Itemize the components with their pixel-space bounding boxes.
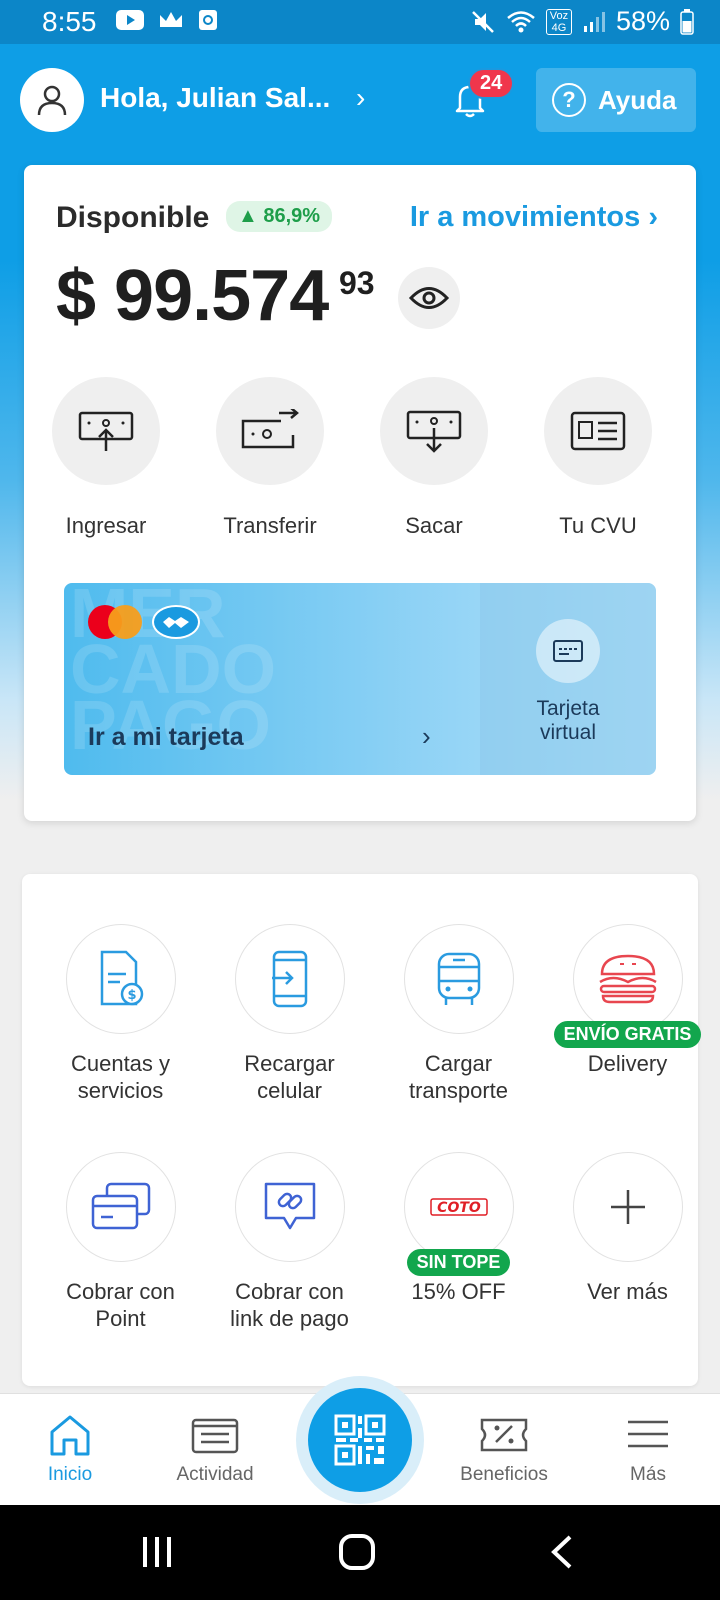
- service-label: Cargar transporte: [408, 1051, 509, 1103]
- service-point[interactable]: Cobrar con Point: [36, 1152, 205, 1332]
- service-label: Delivery: [587, 1051, 668, 1076]
- home-system-icon[interactable]: [338, 1533, 376, 1571]
- action-cvu[interactable]: Tu CVU: [516, 377, 680, 539]
- toggle-balance-button[interactable]: [398, 267, 460, 329]
- chevron-right-icon[interactable]: ›: [356, 82, 365, 114]
- service-see-more[interactable]: Ver más: [543, 1152, 712, 1332]
- service-label: Cobrar con Point: [66, 1279, 175, 1331]
- greeting-text[interactable]: Hola, Julian Sal...: [100, 82, 330, 114]
- movements-link-label: Ir a movimientos: [409, 201, 641, 233]
- virtual-card-button[interactable]: Tarjeta virtual: [480, 583, 656, 775]
- mastercard-logo-orange: [108, 605, 142, 639]
- nav-label: Inicio: [47, 1464, 93, 1485]
- service-delivery[interactable]: ENVÍO GRATIS Delivery: [543, 924, 712, 1104]
- help-button[interactable]: ? Ayuda: [536, 68, 696, 132]
- recent-apps-icon[interactable]: [140, 1535, 174, 1569]
- id-card-icon: [570, 411, 626, 451]
- service-bills[interactable]: $ Cuentas y servicios: [36, 924, 205, 1104]
- nav-label: Beneficios: [460, 1464, 548, 1485]
- no-cap-tag: SIN TOPE: [406, 1249, 511, 1276]
- balance-label: Disponible: [56, 201, 210, 234]
- service-label: Ver más: [587, 1279, 668, 1304]
- balance-cents: 93: [339, 265, 375, 301]
- network-label: Voz 4G: [545, 8, 572, 35]
- question-icon: ?: [552, 83, 586, 117]
- action-ingresar[interactable]: Ingresar: [24, 377, 188, 539]
- burger-icon: [598, 954, 657, 1004]
- system-nav-bar: [0, 1505, 720, 1600]
- service-label: Recargar celular: [244, 1051, 335, 1103]
- status-time: 8:55: [42, 6, 97, 37]
- service-phone-recharge[interactable]: Recargar celular: [205, 924, 374, 1104]
- activity-icon: [191, 1418, 239, 1454]
- movements-link[interactable]: Ir a movimientos ›: [410, 201, 658, 234]
- service-label: 15% OFF: [411, 1279, 506, 1304]
- action-label: Tu CVU: [559, 513, 637, 538]
- service-transport[interactable]: Cargar transporte: [374, 924, 543, 1104]
- battery-icon: [680, 8, 694, 35]
- point-device-icon: [91, 1182, 150, 1230]
- service-label: Cobrar con link de pago: [230, 1279, 349, 1331]
- nav-mas[interactable]: Más: [588, 1414, 708, 1486]
- help-label: Ayuda: [598, 84, 677, 115]
- card-banner[interactable]: MER CADO PAGO Ir a mi tarjeta › Tarjeta …: [64, 583, 656, 775]
- battery-percent: 58%: [615, 6, 670, 36]
- bus-icon: [437, 952, 480, 1005]
- menu-icon: [628, 1420, 668, 1448]
- svg-text:$: $: [127, 988, 136, 1003]
- user-icon: [37, 85, 67, 116]
- avatar[interactable]: [20, 68, 84, 132]
- crown-icon: [160, 12, 182, 27]
- action-label: Ingresar: [65, 513, 147, 538]
- eye-icon: [409, 287, 449, 309]
- status-bar: 8:55 Voz 4G 58%: [0, 0, 720, 44]
- wifi-icon: [507, 10, 535, 32]
- signal-icon: [583, 11, 605, 32]
- free-delivery-tag: ENVÍO GRATIS: [553, 1021, 702, 1048]
- action-transferir[interactable]: Transferir: [188, 377, 352, 539]
- balance-card: Disponible ▲ 86,9% Ir a movimientos › $ …: [24, 165, 696, 821]
- coto-logo: COTO: [429, 1198, 488, 1216]
- home-icon: [50, 1415, 90, 1456]
- services-card: $ Cuentas y servicios Recargar celular C…: [22, 874, 702, 1386]
- nav-label: Más: [630, 1464, 666, 1485]
- virtual-card-icon: [553, 640, 583, 662]
- back-icon[interactable]: [550, 1535, 574, 1569]
- deposit-icon: [78, 411, 134, 451]
- qr-code-icon: [334, 1414, 386, 1466]
- card-link[interactable]: Ir a mi tarjeta: [88, 723, 244, 752]
- service-label: Cuentas y servicios: [70, 1051, 171, 1103]
- plus-icon: [610, 1190, 645, 1224]
- nav-actividad[interactable]: Actividad: [155, 1414, 275, 1486]
- balance-change-badge: ▲ 86,9%: [226, 201, 333, 232]
- service-coto[interactable]: COTO SIN TOPE 15% OFF: [374, 1152, 543, 1332]
- discount-icon: [480, 1418, 528, 1452]
- payment-link-icon: [264, 1182, 315, 1230]
- transfer-icon: [241, 409, 299, 449]
- notification-badge: 24: [468, 68, 515, 99]
- youtube-icon: [116, 10, 144, 30]
- quick-actions: Ingresar Transferir Sacar Tu CVU: [24, 377, 696, 539]
- action-label: Sacar: [405, 513, 463, 538]
- mute-icon: [472, 10, 494, 33]
- balance-amount: $ 99.574: [56, 256, 329, 336]
- action-label: Transferir: [223, 513, 317, 538]
- nav-label: Actividad: [176, 1464, 254, 1485]
- app-icon: [199, 10, 217, 30]
- nav-beneficios[interactable]: Beneficios: [444, 1414, 564, 1486]
- coto-logo-text: COTO: [437, 1200, 481, 1216]
- service-payment-link[interactable]: Cobrar con link de pago: [205, 1152, 374, 1332]
- action-sacar[interactable]: Sacar: [352, 377, 516, 539]
- qr-scan-button[interactable]: [296, 1376, 424, 1504]
- withdraw-icon: [406, 410, 462, 453]
- bill-icon: $: [100, 950, 143, 1006]
- nav-inicio[interactable]: Inicio: [10, 1414, 130, 1486]
- mercadopago-handshake-icon: [152, 605, 200, 639]
- chevron-right-icon: ›: [422, 721, 431, 751]
- virtual-card-label: Tarjeta virtual: [536, 697, 600, 744]
- phone-recharge-icon: [271, 950, 307, 1008]
